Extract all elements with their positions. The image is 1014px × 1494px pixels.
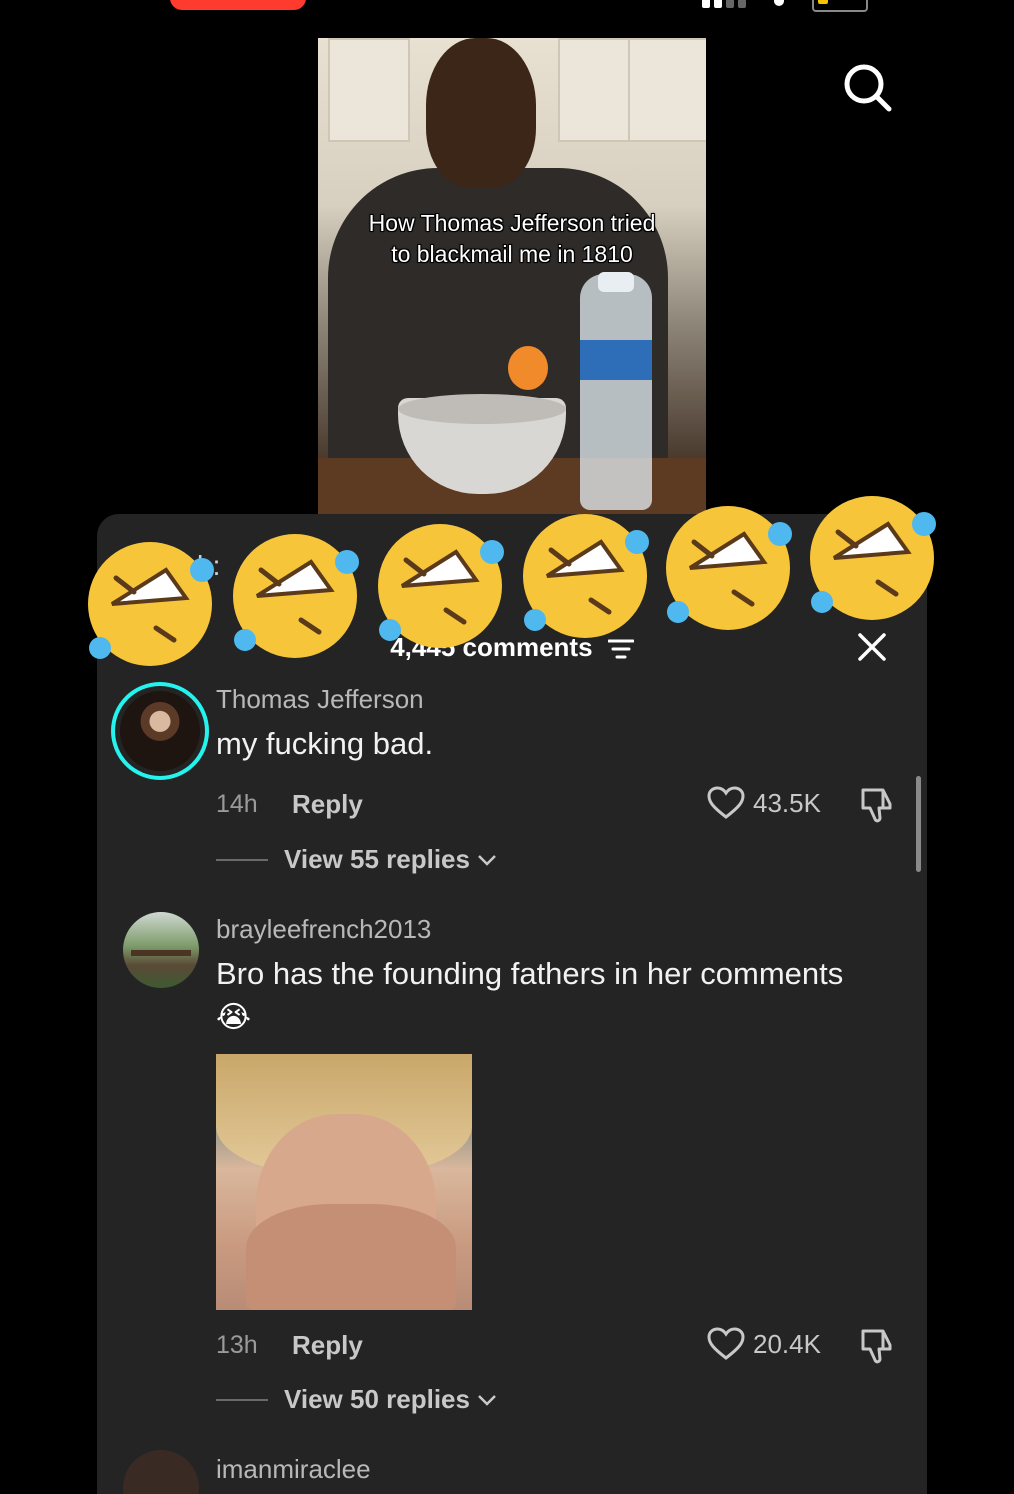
view-replies-label: View 55 replies (284, 844, 470, 874)
reply-button[interactable]: Reply (292, 1330, 363, 1361)
view-replies-button[interactable]: View 50 replies (216, 1384, 498, 1415)
comment-text: my fucking bad. (216, 726, 434, 761)
search-button[interactable] (842, 62, 894, 114)
kitchen-cabinet (328, 38, 410, 142)
heart-icon (707, 1327, 745, 1360)
chevron-down-icon (478, 854, 496, 866)
like-count: 43.5K (753, 787, 821, 818)
thumbs-down-icon (861, 788, 892, 823)
attachment-hand (246, 1204, 456, 1310)
rolling-laughing-emoji (378, 524, 504, 648)
caption-line-1: How Thomas Jefferson tried (368, 210, 656, 236)
rolling-laughing-emoji (666, 506, 792, 630)
like-count: 20.4K (753, 1328, 821, 1359)
rolling-laughing-emoji (233, 534, 359, 658)
caption-line-2: to blackmail me in 1810 (391, 241, 633, 267)
reply-button[interactable]: Reply (292, 789, 363, 820)
view-replies-label: View 50 replies (284, 1384, 470, 1414)
bowl-rim (398, 394, 566, 424)
battery-icon (812, 0, 868, 12)
video-preview[interactable]: How Thomas Jefferson tried to blackmail … (318, 38, 706, 516)
kitchen-cabinet (628, 38, 706, 142)
signal-bar (702, 0, 710, 8)
rolling-laughing-emoji (88, 542, 214, 666)
bottle-label (580, 340, 652, 380)
signal-bar (738, 0, 746, 8)
chevron-down-icon (478, 1394, 496, 1406)
loudly-crying-emoji: 😭 (216, 1000, 252, 1035)
thumbs-down-icon (861, 1329, 892, 1364)
wifi-icon (774, 0, 784, 6)
bottle-cap (598, 272, 634, 292)
comment-text: Bro has the founding fathers in her comm… (216, 956, 844, 991)
rolling-laughing-emoji (810, 496, 936, 620)
avatar[interactable] (111, 682, 209, 780)
recording-indicator (170, 0, 306, 10)
rolling-laughing-emoji (523, 514, 649, 638)
scrollbar[interactable] (916, 776, 921, 872)
comment-username[interactable]: Thomas Jefferson (216, 684, 424, 715)
comment-time: 13h (216, 1331, 258, 1359)
video-caption: How Thomas Jefferson tried to blackmail … (318, 208, 706, 270)
search-icon (844, 64, 892, 112)
dislike-button[interactable] (857, 1327, 895, 1369)
avatar[interactable] (123, 1450, 199, 1494)
water-bottle (580, 274, 652, 510)
comment-attachment-image[interactable] (216, 1054, 472, 1310)
view-replies-button[interactable]: View 55 replies (216, 844, 498, 875)
comment-username[interactable]: imanmiraclee (216, 1454, 371, 1485)
divider-line (216, 1398, 268, 1401)
orange-fruit (508, 346, 548, 390)
comment-username[interactable]: brayleefrench2013 (216, 914, 431, 945)
like-button[interactable]: 20.4K (707, 1327, 821, 1361)
avatar-portrait (120, 691, 200, 771)
comment-time: 14h (216, 790, 258, 818)
divider-line (216, 858, 268, 861)
heart-icon (707, 786, 745, 819)
signal-bar (726, 0, 734, 8)
signal-bar (714, 0, 722, 8)
phone-screen: How Thomas Jefferson tried to blackmail … (4, 0, 1010, 1494)
avatar-bridge (131, 950, 191, 956)
avatar[interactable] (123, 912, 199, 988)
person-head (426, 38, 536, 188)
dislike-button[interactable] (857, 786, 895, 828)
emoji-overlay (82, 484, 952, 674)
like-button[interactable]: 43.5K (707, 786, 821, 820)
